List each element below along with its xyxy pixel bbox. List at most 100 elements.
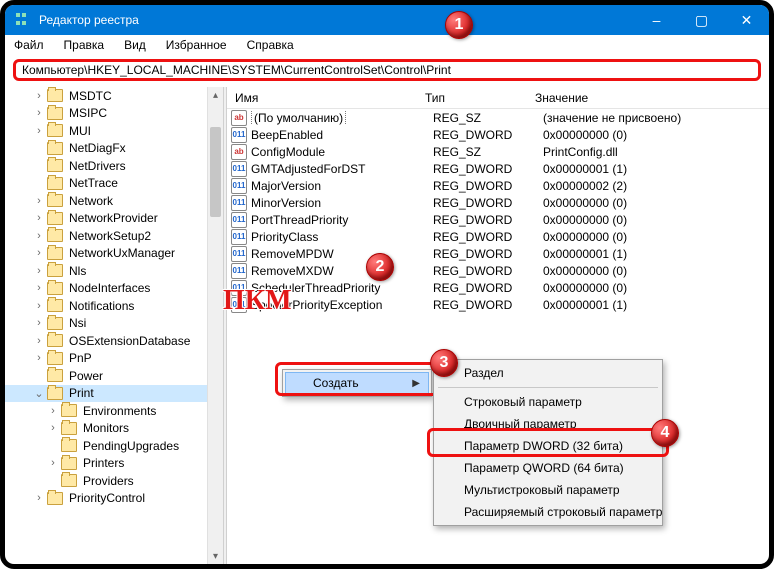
menu-item-create-label: Создать — [313, 376, 359, 390]
tree-item[interactable]: ›Monitors — [5, 420, 223, 438]
scroll-down-button[interactable]: ▾ — [208, 548, 223, 564]
tree-item[interactable]: ›MUI — [5, 122, 223, 140]
tree-item-label: PendingUpgrades — [81, 439, 181, 453]
tree-item-label: NetworkProvider — [67, 211, 160, 225]
cell-value: 0x00000001 (1) — [543, 162, 769, 176]
binary-value-icon: 011 — [231, 263, 247, 279]
context-menu[interactable]: Создать ▶ — [282, 369, 432, 397]
menu-favorites[interactable]: Избранное — [163, 36, 230, 54]
tree-item[interactable]: › Nls — [5, 262, 223, 280]
tree-item[interactable]: › MSIPC — [5, 105, 223, 123]
tree-expander-icon[interactable]: › — [33, 265, 45, 277]
tree-item[interactable]: ›MSDTC — [5, 87, 223, 105]
cell-name: RemoveMPDW — [251, 247, 433, 261]
tree-scrollbar[interactable]: ▴ ▾ — [207, 87, 223, 564]
tree-item[interactable]: ›PnP — [5, 350, 223, 368]
tree-expander-icon[interactable]: › — [33, 230, 45, 242]
tree-expander-icon[interactable]: › — [33, 492, 45, 504]
tree-item-label: NetTrace — [67, 176, 120, 190]
tree-expander-icon[interactable]: › — [33, 90, 45, 102]
tree-item[interactable]: ›Environments — [5, 402, 223, 420]
list-row[interactable]: 011RemoveMXDWREG_DWORD0x00000000 (0) — [227, 262, 769, 279]
menu-edit[interactable]: Правка — [61, 36, 108, 54]
tree-expander-icon[interactable]: › — [33, 317, 45, 329]
list-row[interactable]: abConfigModuleREG_SZPrintConfig.dll — [227, 143, 769, 160]
list-row[interactable]: 011MinorVersionREG_DWORD0x00000000 (0) — [227, 194, 769, 211]
tree-item[interactable]: NetDiagFx — [5, 140, 223, 158]
tree-item[interactable]: Providers — [5, 472, 223, 490]
folder-icon — [47, 212, 63, 225]
submenu-item-string[interactable]: Строковый параметр — [436, 391, 660, 413]
tree-expander-icon[interactable]: › — [33, 107, 45, 119]
folder-icon — [47, 369, 63, 382]
badge-1: 1 — [445, 11, 473, 39]
tree-item[interactable]: NetTrace — [5, 175, 223, 193]
tree-expander-icon[interactable]: › — [33, 247, 45, 259]
tree-item[interactable]: ›NetworkUxManager — [5, 245, 223, 263]
create-submenu[interactable]: Раздел Строковый параметр Двоичный парам… — [433, 359, 663, 526]
close-button[interactable]: ✕ — [724, 5, 769, 35]
tree-expander-icon[interactable]: › — [47, 422, 59, 434]
list-row[interactable]: 011BeepEnabledREG_DWORD0x00000000 (0) — [227, 126, 769, 143]
col-header-name[interactable]: Имя — [227, 91, 417, 105]
tree-expander-icon[interactable]: › — [33, 300, 45, 312]
folder-icon — [47, 317, 63, 330]
tree-item[interactable]: ›OSExtensionDatabase — [5, 332, 223, 350]
tree-expander-icon[interactable]: › — [47, 405, 59, 417]
list-row[interactable]: ab(По умолчанию)REG_SZ(значение не присв… — [227, 109, 769, 126]
menu-file[interactable]: Файл — [11, 36, 47, 54]
col-header-type[interactable]: Тип — [417, 91, 527, 105]
tree-item[interactable]: › NetworkProvider — [5, 210, 223, 228]
tree-item[interactable]: ›Printers — [5, 455, 223, 473]
submenu-item-qword[interactable]: Параметр QWORD (64 бита) — [436, 457, 660, 479]
scroll-thumb[interactable] — [210, 127, 221, 217]
tree-expander-icon[interactable]: › — [33, 212, 45, 224]
tree-view[interactable]: ›MSDTC›MSIPC›MUINetDiagFxNetDriversNetTr… — [5, 87, 223, 564]
tree-item[interactable]: Power — [5, 367, 223, 385]
col-header-value[interactable]: Значение — [527, 91, 769, 105]
tree-expander-icon[interactable]: › — [33, 335, 45, 347]
tree-expander-icon[interactable]: › — [33, 195, 45, 207]
submenu-item-binary[interactable]: Двоичный параметр — [436, 413, 660, 435]
scroll-up-button[interactable]: ▴ — [208, 87, 223, 103]
menu-view[interactable]: Вид — [121, 36, 149, 54]
submenu-item-key[interactable]: Раздел — [436, 362, 660, 384]
tree-item-label: Nls — [67, 264, 88, 278]
submenu-item-expandstring[interactable]: Расширяемый строковый параметр — [436, 501, 660, 523]
list-row[interactable]: 011PriorityClassREG_DWORD0x00000000 (0) — [227, 228, 769, 245]
tree-expander-icon[interactable]: › — [33, 125, 45, 137]
menu-help[interactable]: Справка — [244, 36, 297, 54]
tree-expander-icon[interactable]: › — [33, 352, 45, 364]
tree-expander-icon[interactable]: › — [33, 282, 45, 294]
tree-item[interactable]: ›NodeInterfaces — [5, 280, 223, 298]
list-row[interactable]: 011SpoolerPriorityExceptionREG_DWORD0x00… — [227, 296, 769, 313]
list-row[interactable]: 011RemoveMPDWREG_DWORD0x00000001 (1) — [227, 245, 769, 262]
tree-item[interactable]: ›PriorityControl — [5, 490, 223, 508]
submenu-item-multistring[interactable]: Мультистроковый параметр — [436, 479, 660, 501]
tree-expander-icon[interactable]: › — [47, 457, 59, 469]
tree-item-label: MSIPC — [67, 106, 109, 120]
tree-item[interactable]: ›NetworkSetup2 — [5, 227, 223, 245]
binary-value-icon: 011 — [231, 229, 247, 245]
cell-type: REG_DWORD — [433, 264, 543, 278]
folder-icon — [47, 334, 63, 347]
tree-item[interactable]: ⌄Print — [5, 385, 223, 403]
tree-item[interactable]: PendingUpgrades — [5, 437, 223, 455]
tree-item[interactable]: ›Nsi — [5, 315, 223, 333]
badge-3: 3 — [430, 349, 458, 377]
tree-item[interactable]: ›Network — [5, 192, 223, 210]
list-row[interactable]: 011SchedulerThreadPriorityREG_DWORD0x000… — [227, 279, 769, 296]
list-row[interactable]: 011MajorVersionREG_DWORD0x00000002 (2) — [227, 177, 769, 194]
tree-item[interactable]: ›Notifications — [5, 297, 223, 315]
tree-item[interactable]: NetDrivers — [5, 157, 223, 175]
submenu-item-dword[interactable]: Параметр DWORD (32 бита) — [436, 435, 660, 457]
list-row[interactable]: 011GMTAdjustedForDSTREG_DWORD0x00000001 … — [227, 160, 769, 177]
address-bar[interactable]: Компьютер\HKEY_LOCAL_MACHINE\SYSTEM\Curr… — [13, 59, 761, 81]
list-row[interactable]: 011PortThreadPriorityREG_DWORD0x00000000… — [227, 211, 769, 228]
maximize-button[interactable]: ▢ — [679, 5, 724, 35]
tree-expander-icon[interactable]: ⌄ — [33, 387, 45, 400]
folder-icon — [47, 89, 63, 102]
list-view[interactable]: Имя Тип Значение ab(По умолчанию)REG_SZ(… — [227, 87, 769, 564]
menu-item-create[interactable]: Создать ▶ — [285, 372, 429, 394]
minimize-button[interactable]: – — [634, 5, 679, 35]
